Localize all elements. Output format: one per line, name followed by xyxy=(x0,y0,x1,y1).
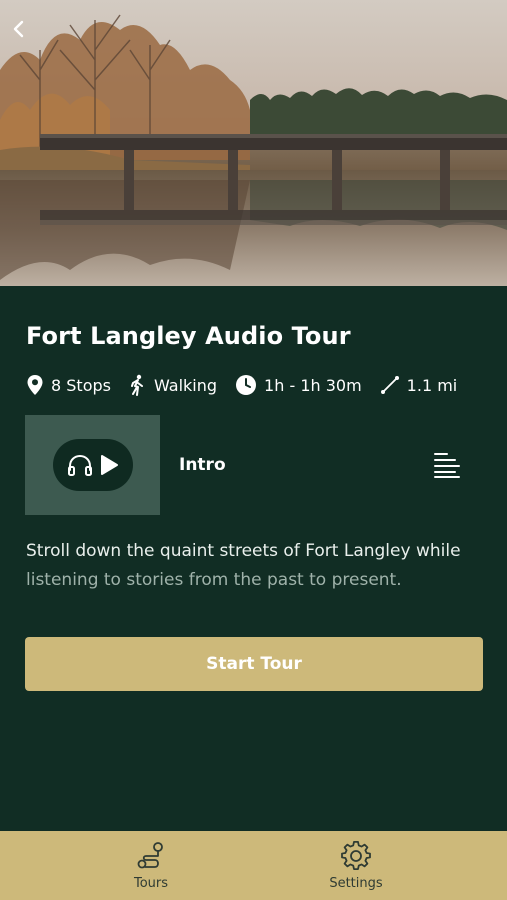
playlist-button[interactable] xyxy=(431,449,463,481)
description-line-1: Stroll down the quaint streets of Fort L… xyxy=(26,541,461,561)
tour-title: Fort Langley Audio Tour xyxy=(26,322,351,350)
meta-distance: 1.1 mi xyxy=(380,375,458,395)
bridge-landscape-illustration xyxy=(0,0,507,286)
player-thumbnail xyxy=(25,415,160,515)
tab-settings[interactable]: Settings xyxy=(286,831,426,900)
back-button[interactable] xyxy=(12,20,40,48)
travel-mode: Walking xyxy=(153,375,218,395)
playlist-icon xyxy=(434,453,460,478)
tour-description: Stroll down the quaint streets of Fort L… xyxy=(26,537,486,595)
walking-person-icon xyxy=(130,374,143,396)
tour-distance: 1.1 mi xyxy=(406,375,458,395)
route-icon xyxy=(137,842,163,869)
description-line-2: listening to stories from the past to pr… xyxy=(26,570,402,590)
clock-icon xyxy=(236,375,257,395)
tab-settings-label: Settings xyxy=(329,876,383,891)
tour-meta-row: 8 Stops Walking 1h - 1h 30m 1.1 mi xyxy=(26,372,475,398)
gear-icon xyxy=(341,841,371,870)
map-pin-icon xyxy=(27,375,43,395)
bottom-tab-bar: Tours Settings xyxy=(0,831,507,900)
meta-stops: 8 Stops xyxy=(26,374,111,396)
chevron-left-icon xyxy=(13,20,24,38)
hero-image xyxy=(0,0,507,286)
tour-duration: 1h - 1h 30m xyxy=(264,375,362,395)
distance-icon xyxy=(380,376,399,394)
play-icon xyxy=(101,455,118,475)
meta-mode: Walking xyxy=(129,374,217,396)
stops-count: 8 Stops xyxy=(51,375,111,395)
play-audio-button[interactable] xyxy=(53,439,133,491)
tab-tours-label: Tours xyxy=(133,876,169,891)
headphones-icon xyxy=(68,454,92,476)
tab-tours[interactable]: Tours xyxy=(81,831,221,900)
track-title: Intro xyxy=(179,455,226,475)
meta-duration: 1h - 1h 30m xyxy=(235,374,362,396)
audio-player: Intro xyxy=(25,415,483,515)
start-tour-button[interactable]: Start Tour xyxy=(25,637,483,691)
